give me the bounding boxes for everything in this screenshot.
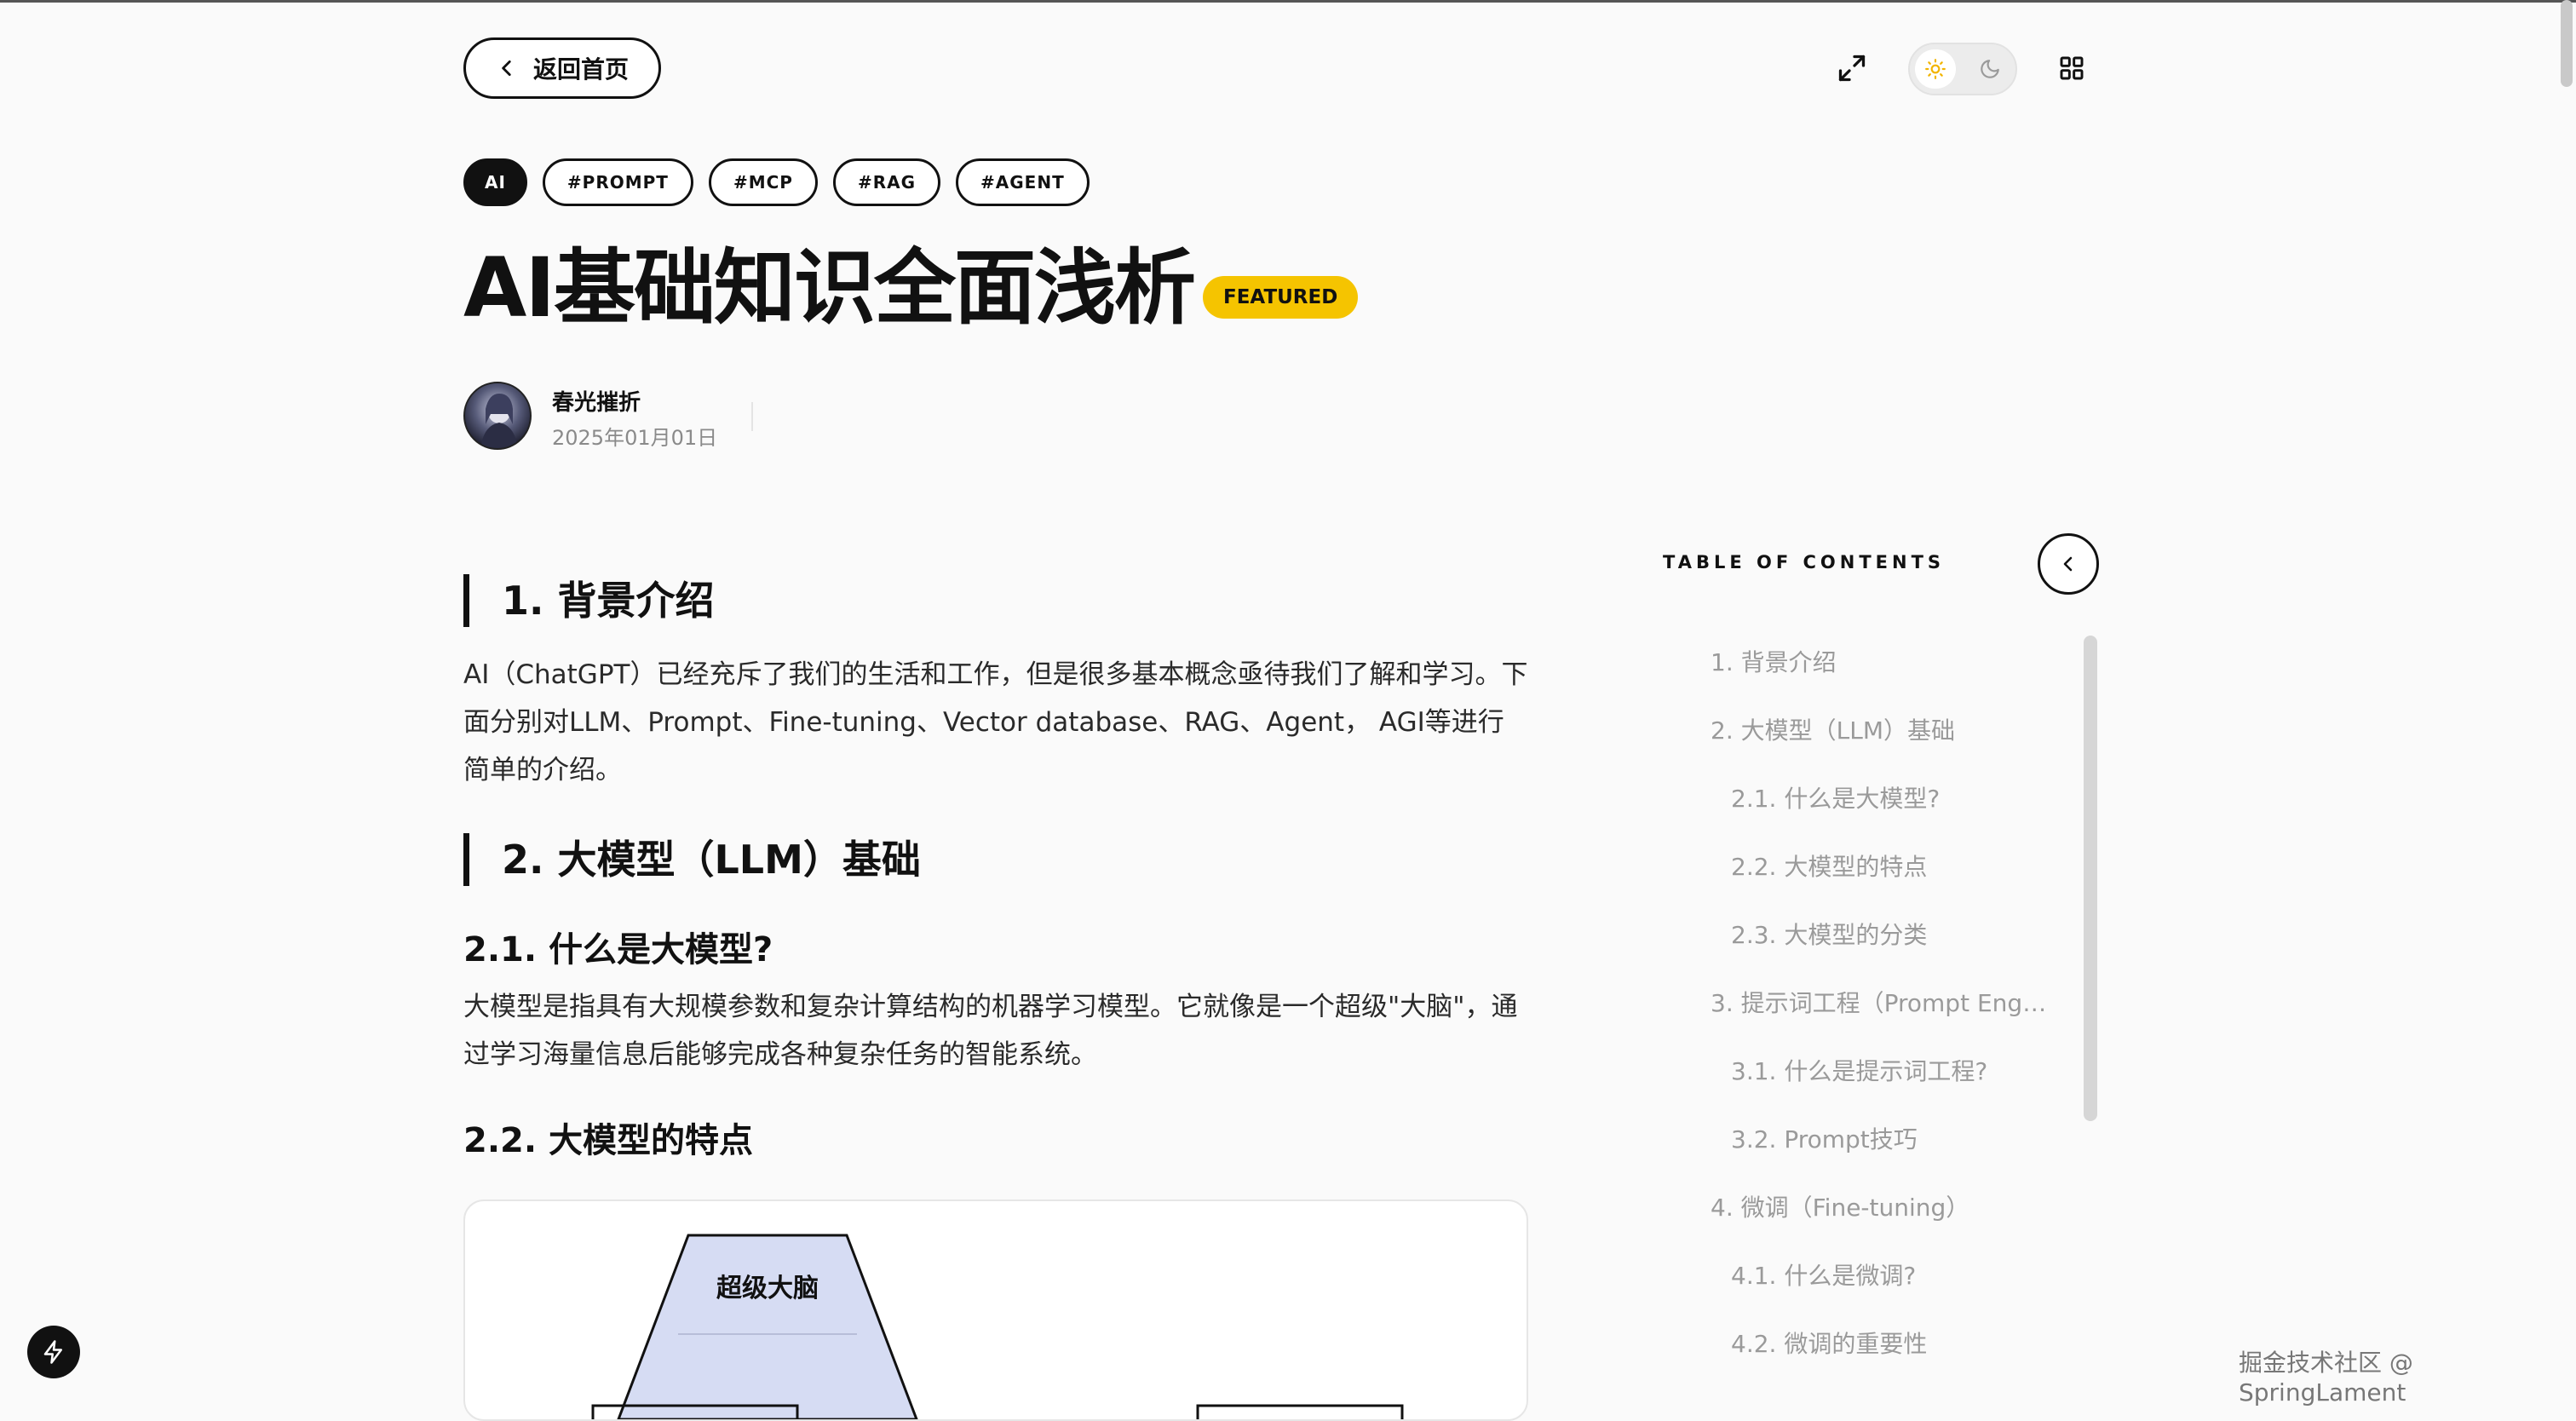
paragraph-llm-definition: 大模型是指具有大规模参数和复杂计算结构的机器学习模型。它就像是一个超级"大脑"，… xyxy=(463,992,1518,1070)
section-heading-llm: 2. 大模型（LLM）基础 xyxy=(463,833,921,886)
divider xyxy=(751,402,753,431)
tag-ai[interactable]: AI xyxy=(463,158,527,206)
avatar xyxy=(463,382,532,450)
toc-title: TABLE OF CONTENTS xyxy=(1663,552,1946,572)
page-scrollbar[interactable] xyxy=(2561,0,2573,87)
toc-item[interactable]: 3.1. 什么是提示词工程? xyxy=(1731,1053,2072,1087)
tag-mcp[interactable]: #MCP xyxy=(708,158,818,206)
section-heading-background: 1. 背景介绍 xyxy=(463,574,715,627)
back-home-label: 返回首页 xyxy=(532,55,629,83)
toc-item[interactable]: 2.1. 什么是大模型? xyxy=(1731,780,2072,814)
toc-item[interactable]: 2.3. 大模型的分类 xyxy=(1731,917,2072,951)
author-name[interactable]: 春光摧折 xyxy=(552,385,641,417)
tag-list: AI #PROMPT #MCP #RAG #AGENT xyxy=(463,158,1090,206)
paragraph-background: AI（ChatGPT）已经充斥了我们的生活和工作，但是很多基本概念亟待我们了解和… xyxy=(463,659,1528,785)
expand-icon[interactable] xyxy=(1837,53,1867,83)
moon-icon xyxy=(1981,60,1999,78)
tag-rag[interactable]: #RAG xyxy=(832,158,941,206)
toc-item[interactable]: 4.1. 什么是微调? xyxy=(1731,1257,2072,1292)
toc-item[interactable]: 4. 微调（Fine-tuning） xyxy=(1711,1189,2051,1223)
tag-agent[interactable]: #AGENT xyxy=(956,158,1090,206)
toc-item[interactable]: 4.2. 微调的重要性 xyxy=(1731,1326,2072,1360)
toc-item[interactable]: 2. 大模型（LLM）基础 xyxy=(1711,712,2051,746)
toc-collapse-button[interactable] xyxy=(2038,533,2099,595)
quick-action-button[interactable] xyxy=(27,1326,80,1378)
tag-prompt[interactable]: #PROMPT xyxy=(542,158,693,206)
subheading-what-is-llm: 2.1. 什么是大模型? xyxy=(463,930,773,969)
page-title: AI基础知识全面浅析 xyxy=(463,240,1196,336)
toc-item[interactable]: 1. 背景介绍 xyxy=(1711,644,2051,678)
dark-mode-button[interactable] xyxy=(1969,49,2010,89)
chevron-left-icon xyxy=(2063,556,2073,572)
top-border xyxy=(0,0,2576,3)
toc-item[interactable]: 3.2. Prompt技巧 xyxy=(1731,1121,2072,1155)
toc-item[interactable]: 2.2. 大模型的特点 xyxy=(1731,849,2072,883)
hexagon-shape xyxy=(617,1234,918,1419)
figure-label: 超级大脑 xyxy=(716,1274,819,1303)
toc-scrollbar[interactable] xyxy=(2084,636,2097,1121)
theme-toggle[interactable] xyxy=(1908,43,2017,95)
light-mode-button[interactable] xyxy=(1915,49,1956,89)
featured-badge: FEATURED xyxy=(1203,276,1359,319)
subheading-llm-features: 2.2. 大模型的特点 xyxy=(463,1121,753,1160)
publish-date: 2025年01月01日 xyxy=(552,426,718,450)
back-home-button[interactable]: 返回首页 xyxy=(463,37,661,99)
grid-icon[interactable] xyxy=(2058,55,2085,82)
lightning-icon xyxy=(43,1340,62,1364)
diagram-figure: 超级大脑 xyxy=(463,1200,1528,1421)
toc-item[interactable]: 3. 提示词工程（Prompt Engi... xyxy=(1711,985,2051,1019)
sun-icon xyxy=(1925,59,1946,79)
chevron-left-icon xyxy=(502,60,511,76)
watermark-text: 掘金技术社区 @ SpringLament xyxy=(2239,1349,2413,1407)
